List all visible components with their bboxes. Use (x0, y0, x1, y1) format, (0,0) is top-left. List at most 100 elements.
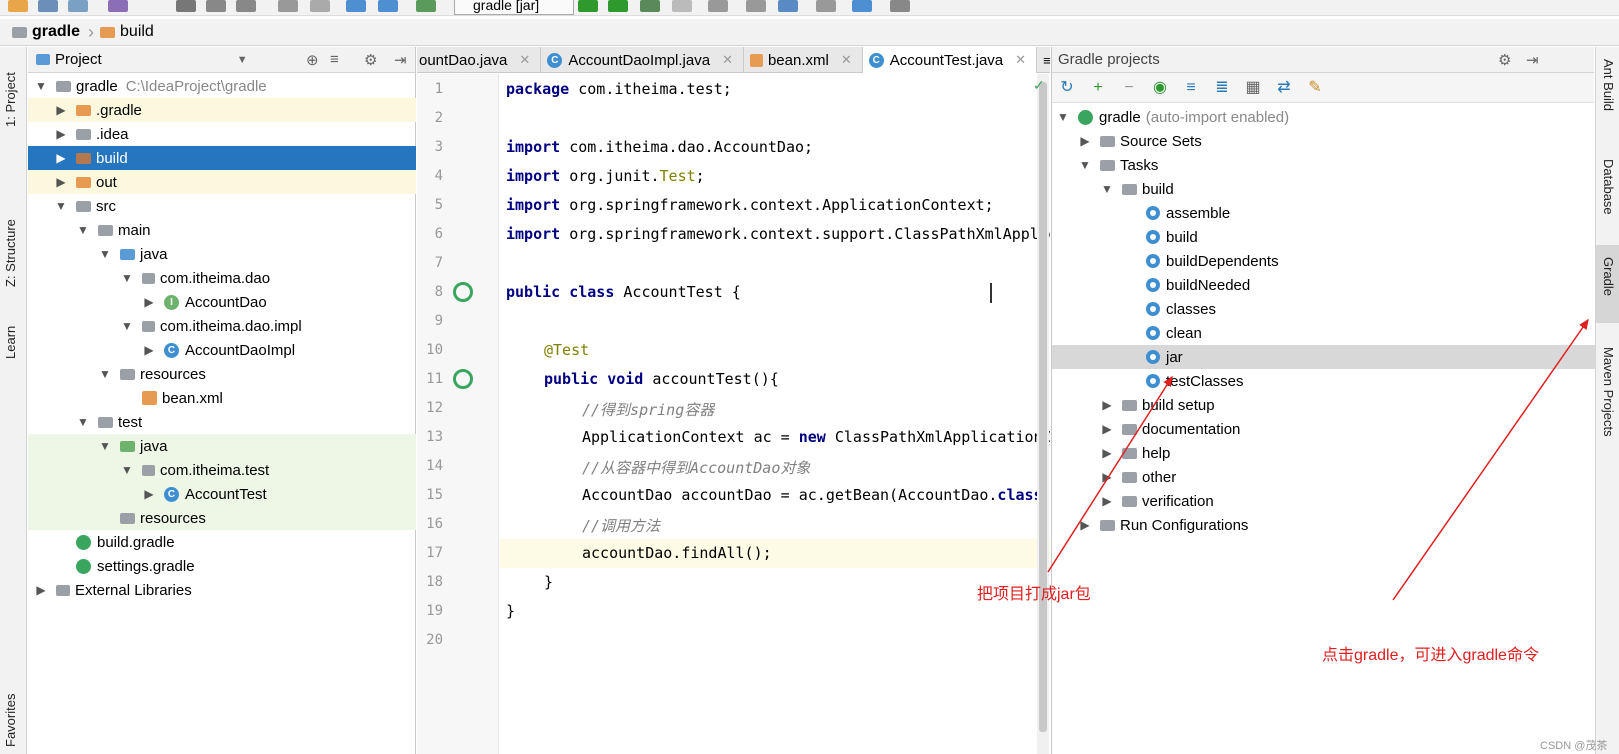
run-icon[interactable] (578, 0, 598, 12)
tab-accountdaoimpl[interactable]: C AccountDaoImpl.java ✕ (541, 47, 744, 73)
scrollbar-thumb[interactable] (1039, 82, 1047, 732)
tree-row-main[interactable]: ▼ main (28, 218, 416, 242)
tree-row-accountdao[interactable]: ▶ I AccountDao (28, 290, 416, 314)
dependencies-icon[interactable]: ⇄ (1275, 79, 1293, 97)
replace-icon[interactable] (310, 0, 330, 12)
tab-accounttest[interactable]: C AccountTest.java ✕ (862, 47, 1038, 73)
gradle-row-other[interactable]: ▶ other (1052, 465, 1595, 489)
refresh-icon[interactable]: ↻ (1058, 79, 1076, 97)
gradle-task-build[interactable]: build (1052, 225, 1595, 249)
hide-icon[interactable]: ⇥ (394, 51, 407, 69)
chevron-down-icon[interactable]: ▼ (237, 54, 248, 66)
tree-row-test-java[interactable]: ▼ java (28, 434, 416, 458)
tool-tab-ant-build[interactable]: Ant Build (1601, 59, 1616, 111)
run-test-method-icon[interactable] (453, 369, 473, 389)
gradle-task-buildneeded[interactable]: buildNeeded (1052, 273, 1595, 297)
collapse-icon[interactable]: ≡ (330, 51, 339, 68)
chevron-right-icon[interactable]: ▶ (142, 295, 156, 309)
cut-icon[interactable] (176, 0, 196, 12)
tree-row-settings-gradle[interactable]: settings.gradle (28, 554, 416, 578)
chevron-down-icon[interactable]: ▼ (120, 271, 134, 285)
gradle-row-verification[interactable]: ▶ verification (1052, 489, 1595, 513)
chevron-right-icon[interactable]: ▶ (54, 175, 68, 189)
project-structure-icon[interactable] (708, 0, 728, 12)
breadcrumb-item-build[interactable]: build (96, 19, 160, 46)
tab-bean-xml[interactable]: bean.xml ✕ (744, 47, 863, 73)
chevron-right-icon[interactable]: ▶ (1100, 470, 1114, 484)
tree-row-package-dao[interactable]: ▼ com.itheima.dao (28, 266, 416, 290)
chevron-down-icon[interactable]: ▼ (120, 319, 134, 333)
tab-accountdao[interactable]: ountDao.java ✕ (417, 47, 542, 73)
settings-icon[interactable] (746, 0, 766, 12)
settings-icon[interactable]: ✎ (1306, 79, 1324, 97)
close-icon[interactable]: ✕ (1015, 52, 1026, 68)
gradle-task-assemble[interactable]: assemble (1052, 201, 1595, 225)
find-icon[interactable] (278, 0, 298, 12)
close-icon[interactable]: ✕ (722, 52, 733, 68)
tree-row-build-gradle[interactable]: build.gradle (28, 530, 416, 554)
tree-row-package-test[interactable]: ▼ com.itheima.test (28, 458, 416, 482)
open-icon[interactable] (8, 0, 28, 12)
chevron-down-icon[interactable]: ▼ (98, 367, 112, 381)
chevron-down-icon[interactable]: ▼ (34, 79, 48, 93)
chevron-down-icon[interactable]: ▼ (120, 463, 134, 477)
gradle-row-documentation[interactable]: ▶ documentation (1052, 417, 1595, 441)
editor-scrollbar[interactable] (1037, 74, 1049, 754)
tree-row-src[interactable]: ▼ src (28, 194, 416, 218)
tree-row-accounttest[interactable]: ▶ C AccountTest (28, 482, 416, 506)
chevron-right-icon[interactable]: ▶ (54, 103, 68, 117)
tool-tab-favorites[interactable]: Favorites (3, 694, 18, 747)
paste-icon[interactable] (236, 0, 256, 12)
chevron-down-icon[interactable]: ▼ (76, 223, 90, 237)
gradle-row-root[interactable]: ▼ gradle (auto-import enabled) (1052, 105, 1595, 129)
chevron-down-icon[interactable]: ▼ (76, 415, 90, 429)
tool-tab-maven-projects[interactable]: Maven Projects (1601, 347, 1616, 437)
tree-row-accountdaoimpl[interactable]: ▶ C AccountDaoImpl (28, 338, 416, 362)
breadcrumb-item-gradle[interactable]: gradle (0, 19, 86, 46)
tree-row-out[interactable]: ▶ out (28, 170, 416, 194)
tree-row-idea[interactable]: ▶ .idea (28, 122, 416, 146)
tree-row-test[interactable]: ▼ test (28, 410, 416, 434)
chevron-down-icon[interactable]: ▼ (98, 247, 112, 261)
chevron-right-icon[interactable]: ▶ (1078, 518, 1092, 532)
expand-all-icon[interactable]: ≡ (1182, 79, 1200, 97)
add-icon[interactable]: + (1089, 79, 1107, 97)
gradle-task-builddependents[interactable]: buildDependents (1052, 249, 1595, 273)
chevron-right-icon[interactable]: ▶ (1100, 494, 1114, 508)
gradle-row-build-group[interactable]: ▼ build (1052, 177, 1595, 201)
gradle-task-testclasses[interactable]: testClasses (1052, 369, 1595, 393)
chevron-down-icon[interactable]: ▼ (1100, 182, 1114, 196)
tool-tab-database[interactable]: Database (1601, 159, 1616, 215)
sync-icon[interactable] (68, 0, 88, 12)
close-icon[interactable]: ✕ (841, 52, 852, 68)
collapse-all-icon[interactable]: ≣ (1213, 79, 1231, 97)
tree-row-test-resources[interactable]: resources (28, 506, 416, 530)
gradle-row-help[interactable]: ▶ help (1052, 441, 1595, 465)
offline-icon[interactable]: ▦ (1244, 79, 1262, 97)
stop-icon[interactable] (672, 0, 692, 12)
coverage-icon[interactable] (640, 0, 660, 12)
tree-row-main-java[interactable]: ▼ java (28, 242, 416, 266)
close-icon[interactable]: ✕ (519, 52, 530, 68)
tool-tab-gradle[interactable]: Gradle (1601, 257, 1616, 296)
chevron-down-icon[interactable]: ▼ (98, 439, 112, 453)
chevron-down-icon[interactable]: ▼ (54, 199, 68, 213)
tool-tab-project[interactable]: 1: Project (3, 72, 18, 127)
gear-icon[interactable]: ⚙ (1498, 51, 1511, 69)
gradle-row-run-configurations[interactable]: ▶ Run Configurations (1052, 513, 1595, 537)
gradle-row-build-setup[interactable]: ▶ build setup (1052, 393, 1595, 417)
chevron-down-icon[interactable]: ▼ (1056, 110, 1070, 124)
locate-icon[interactable]: ⊕ (306, 51, 319, 69)
tree-row-dot-gradle[interactable]: ▶ .gradle (28, 98, 416, 122)
copy-icon[interactable] (206, 0, 226, 12)
run-test-class-icon[interactable] (453, 282, 473, 302)
tree-row-package-impl[interactable]: ▼ com.itheima.dao.impl (28, 314, 416, 338)
undo-icon[interactable] (108, 0, 128, 12)
gradle-task-clean[interactable]: clean (1052, 321, 1595, 345)
remove-icon[interactable]: − (1120, 79, 1138, 97)
gradle-row-source-sets[interactable]: ▶ Source Sets (1052, 129, 1595, 153)
chevron-right-icon[interactable]: ▶ (1100, 398, 1114, 412)
gradle-task-classes[interactable]: classes (1052, 297, 1595, 321)
help-icon[interactable] (852, 0, 872, 12)
hide-icon[interactable]: ⇥ (1526, 51, 1539, 69)
